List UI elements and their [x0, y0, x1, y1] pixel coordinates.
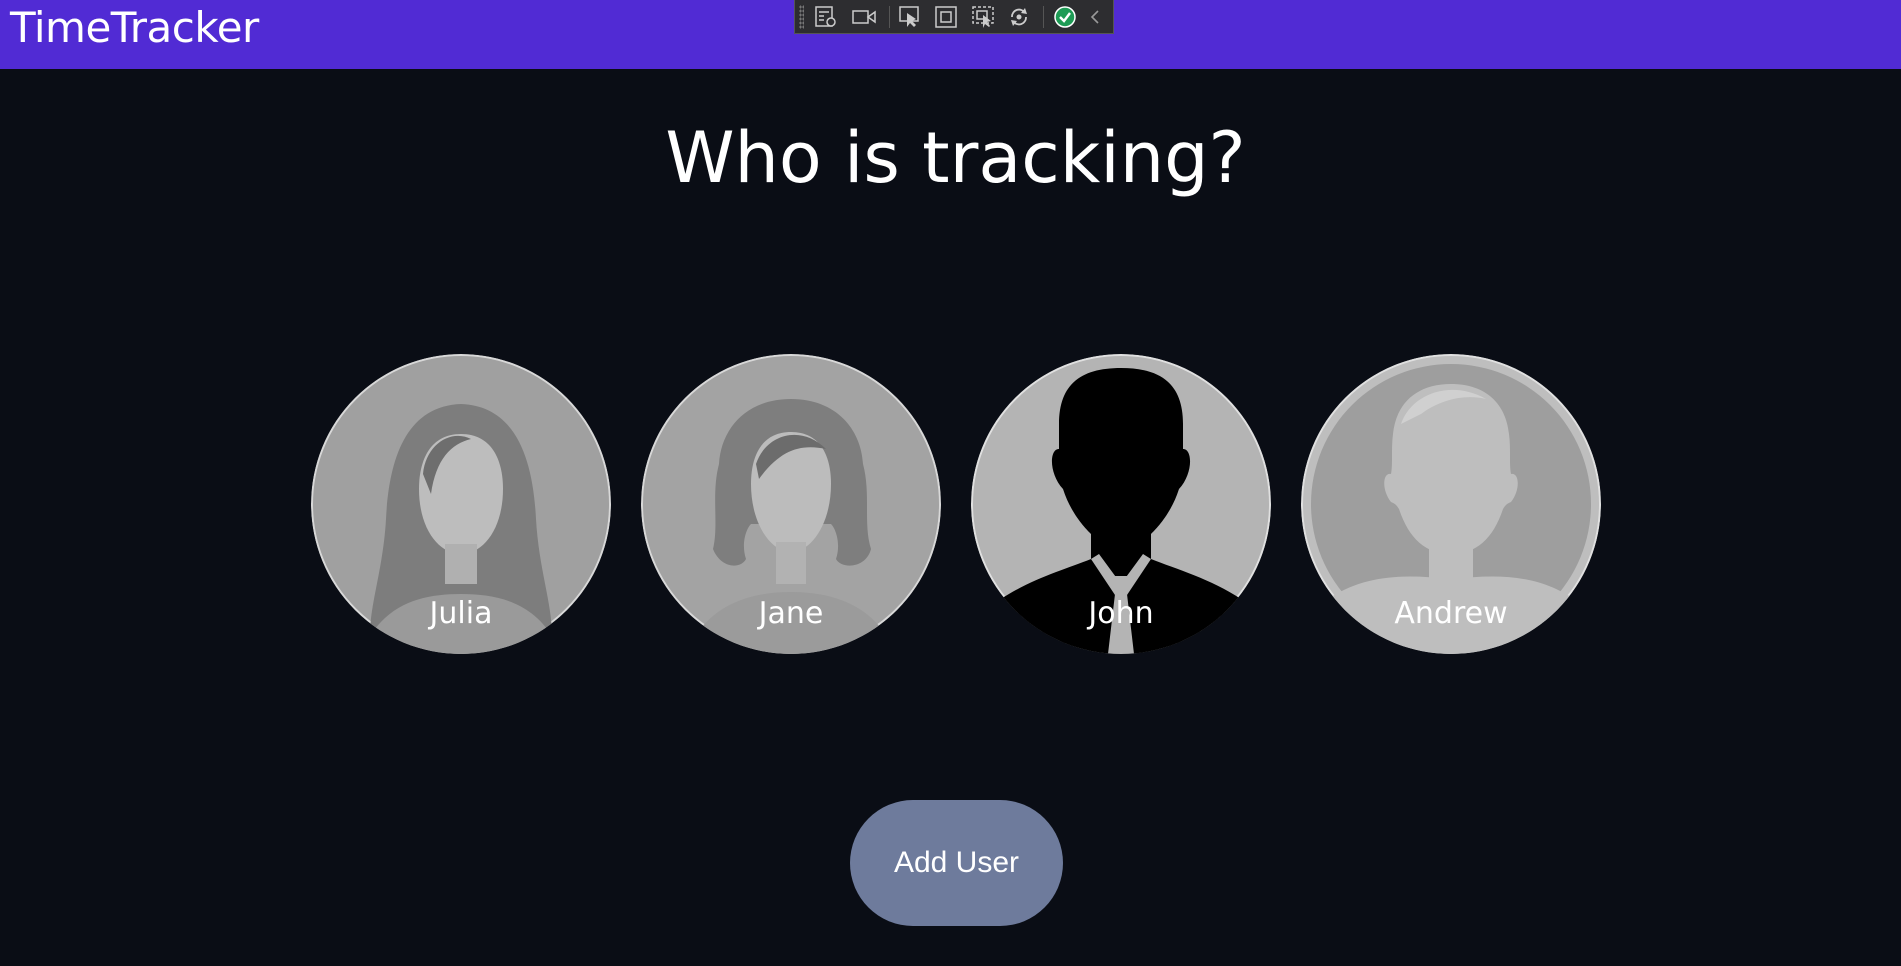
user-name-label: Jane [758, 596, 824, 631]
toolbar-separator [888, 5, 890, 28]
user-card-john[interactable]: John [971, 354, 1271, 654]
select-element-icon[interactable] [898, 4, 922, 30]
toolbar-grip-handle[interactable] [799, 4, 805, 29]
display-layout-adorners-icon[interactable] [934, 4, 958, 30]
user-name-label: Julia [429, 596, 493, 631]
hot-reload-icon[interactable] [1007, 4, 1031, 30]
user-card-jane[interactable]: Jane [641, 354, 941, 654]
debug-toolbar [794, 0, 1114, 34]
page-title: Who is tracking? [665, 117, 1246, 199]
add-user-button[interactable]: Add User [850, 800, 1063, 926]
record-icon[interactable] [851, 4, 877, 30]
live-visual-tree-icon[interactable] [814, 4, 838, 30]
hot-reload-status-icon[interactable] [1052, 4, 1076, 30]
user-card-andrew[interactable]: Andrew [1301, 354, 1601, 654]
app-title: TimeTracker [10, 3, 259, 52]
collapse-chevron-icon[interactable] [1089, 4, 1101, 30]
user-name-label: Andrew [1394, 596, 1508, 631]
toolbar-separator [1043, 5, 1045, 28]
user-name-label: John [1088, 596, 1154, 631]
track-focused-element-icon[interactable] [971, 4, 995, 30]
user-card-julia[interactable]: Julia [311, 354, 611, 654]
app-header: TimeTracker [0, 0, 1901, 69]
